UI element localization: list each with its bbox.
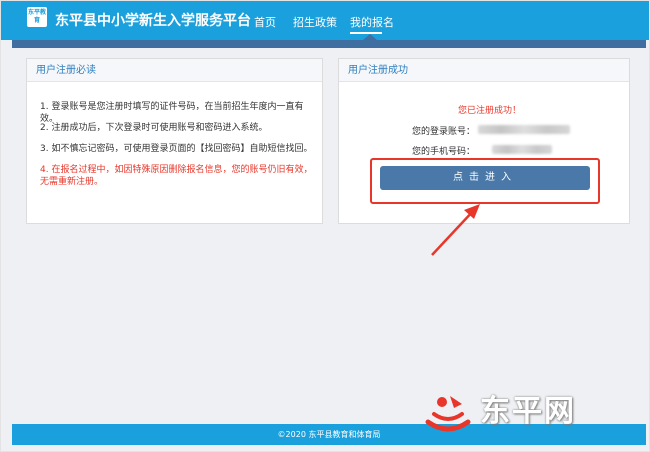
footer-text: ©2020 东平县教育和体育局 (277, 430, 381, 439)
nav-home[interactable]: 首页 (254, 14, 276, 30)
site-title: 东平县中小学新生入学服务平台 (55, 13, 251, 29)
success-message: 您已注册成功！ (458, 106, 522, 116)
account-value-redacted (478, 125, 570, 134)
watermark-text: 东平网 (480, 394, 576, 429)
panel-title: 用户注册必读 (27, 59, 322, 82)
red-arrow-icon (431, 204, 480, 256)
notice-item: 3. 如不慎忘记密码，可使用登录页面的【找回密码】自助短信找回。 (40, 144, 313, 154)
watermark-logo-icon (425, 396, 471, 432)
account-label: 您的登录账号： (412, 127, 476, 137)
nav-my-registration[interactable]: 我的报名 (350, 14, 394, 30)
sub-bar (12, 40, 646, 48)
registration-notice-panel: 用户注册必读 (26, 58, 323, 224)
enter-button[interactable]: 点击进入 (380, 166, 590, 190)
watermark: 东平网 (420, 388, 574, 438)
notice-item: 2. 注册成功后，下次登录时可使用账号和密码进入系统。 (40, 123, 268, 133)
panel-title: 用户注册成功 (339, 59, 629, 82)
notice-item-warning: 4. 在报名过程中，如因特殊原因删除报名信息，您的账号仍旧有效，无需重新注册。 (40, 165, 313, 187)
nav-policy[interactable]: 招生政策 (293, 14, 337, 30)
phone-value-redacted (492, 145, 552, 154)
active-tab-pointer (363, 34, 377, 40)
phone-label: 您的手机号码： (412, 147, 476, 157)
logo-icon[interactable]: 东平教育 (27, 7, 47, 27)
